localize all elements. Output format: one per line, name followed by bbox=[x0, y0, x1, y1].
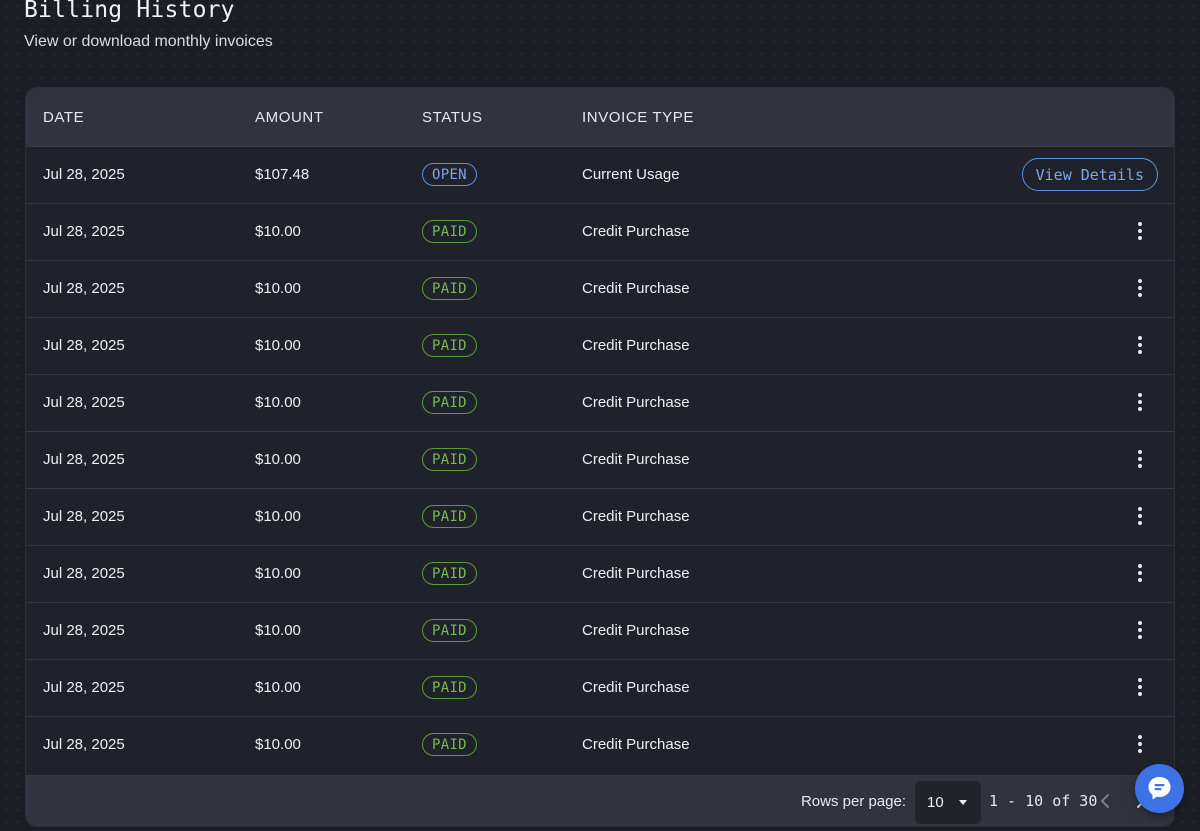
chevron-left-icon[interactable] bbox=[1098, 792, 1114, 810]
more-vertical-icon[interactable] bbox=[1132, 621, 1148, 641]
table-header: DATE AMOUNT STATUS INVOICE TYPE bbox=[26, 88, 1174, 147]
caret-down-icon bbox=[959, 800, 967, 805]
table-row: Jul 28, 2025 $10.00 PAID Credit Purchase bbox=[26, 375, 1174, 432]
table-row: Jul 28, 2025 $10.00 PAID Credit Purchase bbox=[26, 660, 1174, 717]
chat-bubble-icon bbox=[1148, 777, 1171, 800]
more-vertical-icon[interactable] bbox=[1132, 450, 1148, 470]
cell-amount: $107.48 bbox=[255, 166, 310, 183]
cell-date: Jul 28, 2025 bbox=[43, 565, 125, 582]
cell-invoice-type: Credit Purchase bbox=[582, 223, 690, 240]
status-badge-paid: PAID bbox=[422, 562, 477, 585]
cell-invoice-type: Credit Purchase bbox=[582, 337, 690, 354]
cell-date: Jul 28, 2025 bbox=[43, 508, 125, 525]
status-badge-paid: PAID bbox=[422, 733, 477, 756]
column-header-amount: AMOUNT bbox=[255, 109, 324, 126]
cell-amount: $10.00 bbox=[255, 394, 301, 411]
table-row: Jul 28, 2025 $10.00 PAID Credit Purchase bbox=[26, 432, 1174, 489]
cell-date: Jul 28, 2025 bbox=[43, 337, 125, 354]
cell-amount: $10.00 bbox=[255, 565, 301, 582]
cell-invoice-type: Credit Purchase bbox=[582, 451, 690, 468]
pagination-bar: Rows per page: 10 1 - 10 of 30 bbox=[26, 775, 1174, 826]
cell-invoice-type: Credit Purchase bbox=[582, 394, 690, 411]
table-body: Jul 28, 2025 $107.48 OPEN Current Usage … bbox=[26, 147, 1174, 774]
chat-button[interactable] bbox=[1135, 764, 1184, 813]
cell-amount: $10.00 bbox=[255, 736, 301, 753]
more-vertical-icon[interactable] bbox=[1132, 222, 1148, 242]
table-row: Jul 28, 2025 $10.00 PAID Credit Purchase bbox=[26, 603, 1174, 660]
cell-date: Jul 28, 2025 bbox=[43, 679, 125, 696]
more-vertical-icon[interactable] bbox=[1132, 336, 1148, 356]
table-row: Jul 28, 2025 $10.00 PAID Credit Purchase bbox=[26, 717, 1174, 774]
rows-per-page-value: 10 bbox=[927, 794, 944, 811]
status-badge-paid: PAID bbox=[422, 505, 477, 528]
status-badge-paid: PAID bbox=[422, 220, 477, 243]
cell-invoice-type: Current Usage bbox=[582, 166, 680, 183]
table-row: Jul 28, 2025 $10.00 PAID Credit Purchase bbox=[26, 318, 1174, 375]
cell-invoice-type: Credit Purchase bbox=[582, 280, 690, 297]
cell-amount: $10.00 bbox=[255, 679, 301, 696]
page-title: Billing History bbox=[24, 0, 235, 23]
rows-per-page-label: Rows per page: bbox=[800, 793, 906, 810]
cell-amount: $10.00 bbox=[255, 337, 301, 354]
status-badge-paid: PAID bbox=[422, 334, 477, 357]
cell-date: Jul 28, 2025 bbox=[43, 280, 125, 297]
cell-date: Jul 28, 2025 bbox=[43, 736, 125, 753]
cell-invoice-type: Credit Purchase bbox=[582, 679, 690, 696]
cell-invoice-type: Credit Purchase bbox=[582, 565, 690, 582]
status-badge-paid: PAID bbox=[422, 391, 477, 414]
status-badge-paid: PAID bbox=[422, 448, 477, 471]
more-vertical-icon[interactable] bbox=[1132, 564, 1148, 584]
more-vertical-icon[interactable] bbox=[1132, 678, 1148, 698]
column-header-date: DATE bbox=[43, 109, 85, 126]
table-row: Jul 28, 2025 $10.00 PAID Credit Purchase bbox=[26, 489, 1174, 546]
cell-amount: $10.00 bbox=[255, 508, 301, 525]
more-vertical-icon[interactable] bbox=[1132, 393, 1148, 413]
cell-date: Jul 28, 2025 bbox=[43, 166, 125, 183]
cell-amount: $10.00 bbox=[255, 451, 301, 468]
status-badge-paid: PAID bbox=[422, 676, 477, 699]
status-badge-paid: PAID bbox=[422, 619, 477, 642]
pagination-range: 1 - 10 of 30 bbox=[989, 792, 1098, 810]
cell-amount: $10.00 bbox=[255, 622, 301, 639]
cell-date: Jul 28, 2025 bbox=[43, 622, 125, 639]
cell-invoice-type: Credit Purchase bbox=[582, 508, 690, 525]
column-header-status: STATUS bbox=[422, 109, 483, 126]
table-row: Jul 28, 2025 $10.00 PAID Credit Purchase bbox=[26, 204, 1174, 261]
more-vertical-icon[interactable] bbox=[1132, 279, 1148, 299]
more-vertical-icon[interactable] bbox=[1132, 735, 1148, 755]
cell-invoice-type: Credit Purchase bbox=[582, 736, 690, 753]
billing-table-card: DATE AMOUNT STATUS INVOICE TYPE Jul 28, … bbox=[25, 87, 1175, 827]
cell-invoice-type: Credit Purchase bbox=[582, 622, 690, 639]
cell-amount: $10.00 bbox=[255, 223, 301, 240]
more-vertical-icon[interactable] bbox=[1132, 507, 1148, 527]
cell-amount: $10.00 bbox=[255, 280, 301, 297]
status-badge-paid: PAID bbox=[422, 277, 477, 300]
cell-date: Jul 28, 2025 bbox=[43, 394, 125, 411]
table-row: Jul 28, 2025 $107.48 OPEN Current Usage … bbox=[26, 147, 1174, 204]
view-details-button[interactable]: View Details bbox=[1021, 158, 1158, 191]
page-subtitle: View or download monthly invoices bbox=[24, 33, 273, 50]
table-row: Jul 28, 2025 $10.00 PAID Credit Purchase bbox=[26, 546, 1174, 603]
table-row: Jul 28, 2025 $10.00 PAID Credit Purchase bbox=[26, 261, 1174, 318]
rows-per-page-select[interactable]: 10 bbox=[915, 781, 981, 824]
cell-date: Jul 28, 2025 bbox=[43, 223, 125, 240]
cell-date: Jul 28, 2025 bbox=[43, 451, 125, 468]
column-header-invoice-type: INVOICE TYPE bbox=[582, 109, 694, 126]
status-badge-open: OPEN bbox=[422, 163, 477, 186]
